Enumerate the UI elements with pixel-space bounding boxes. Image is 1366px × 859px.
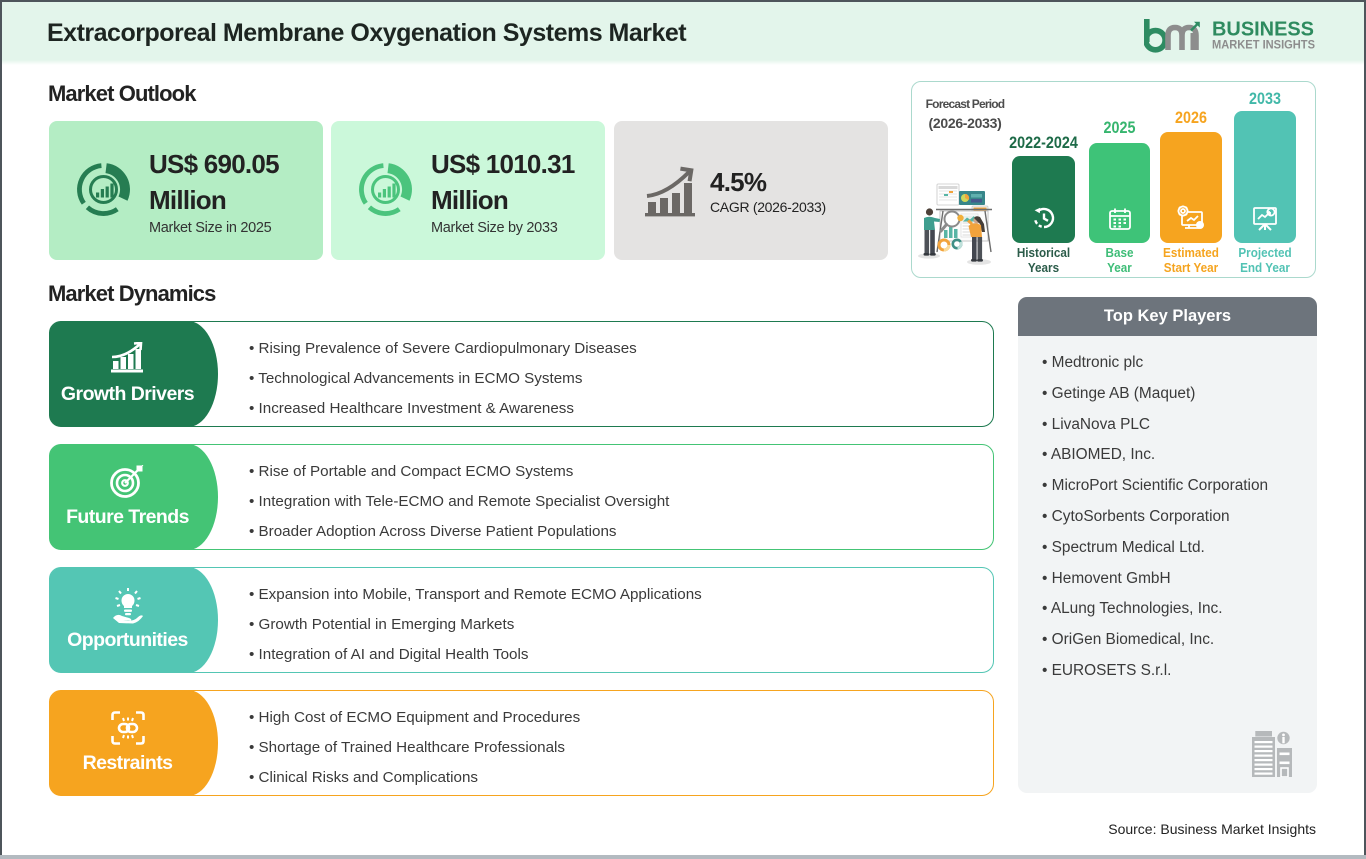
svg-text:MARKET INSIGHTS: MARKET INSIGHTS [1212, 39, 1315, 51]
svg-text:BUSINESS: BUSINESS [1212, 18, 1314, 41]
